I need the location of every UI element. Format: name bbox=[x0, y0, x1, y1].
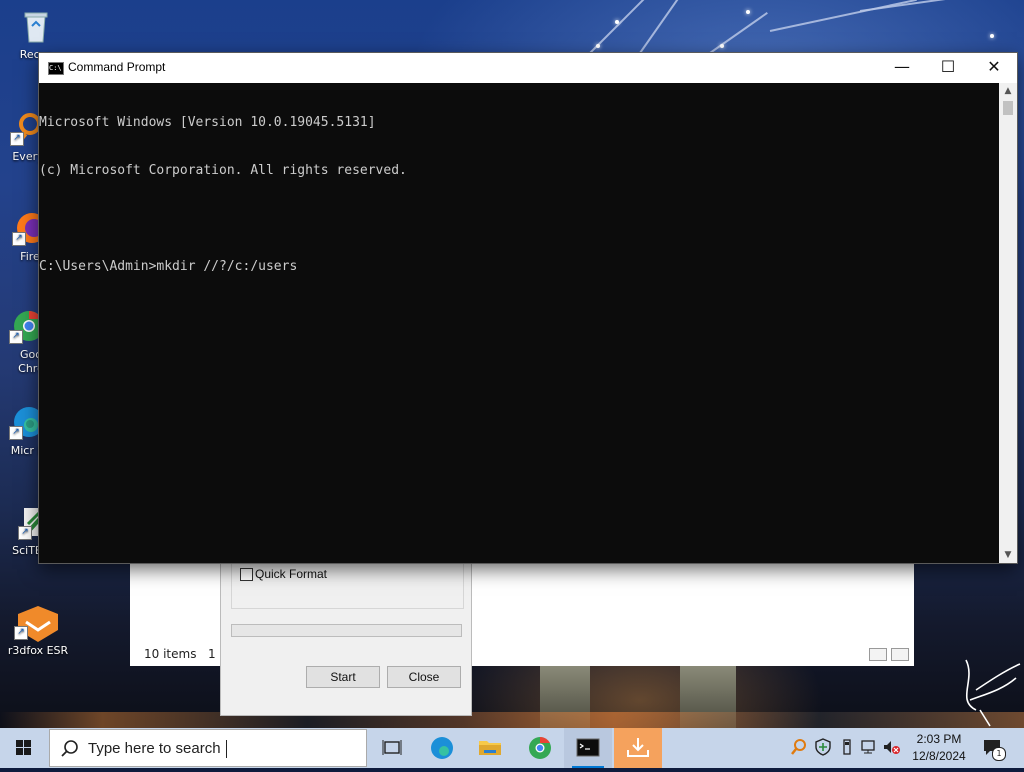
folder-icon bbox=[479, 741, 501, 755]
shortcut-arrow-icon: ↗ bbox=[9, 330, 23, 344]
usb-device-icon[interactable] bbox=[838, 738, 856, 756]
desktop-icon-r3dfox[interactable]: ↗ r3dfox ESR bbox=[6, 604, 70, 658]
console-line: Microsoft Windows [Version 10.0.19045.51… bbox=[39, 115, 376, 130]
search-everything-tray-icon[interactable] bbox=[790, 738, 808, 756]
console-line: C:\Users\Admin>mkdir //?/c:/users bbox=[39, 259, 298, 274]
shortcut-arrow-icon: ↗ bbox=[18, 526, 32, 540]
console-output[interactable]: Microsoft Windows [Version 10.0.19045.51… bbox=[39, 83, 999, 563]
terminal-icon bbox=[576, 738, 600, 757]
scroll-thumb[interactable] bbox=[1003, 101, 1013, 115]
window-titlebar[interactable]: C:\ Command Prompt — ☐ ✕ bbox=[39, 53, 1017, 83]
taskbar-file-explorer[interactable] bbox=[466, 728, 514, 768]
taskbar-download-app[interactable] bbox=[614, 728, 662, 768]
shortcut-arrow-icon: ↗ bbox=[10, 132, 24, 146]
notification-center-button[interactable]: 1 bbox=[982, 738, 1006, 761]
signature-watermark bbox=[965, 659, 1021, 727]
network-disconnected-icon[interactable] bbox=[860, 738, 878, 756]
task-view-icon bbox=[382, 740, 402, 755]
status-item-count: 10 items bbox=[144, 647, 197, 661]
shortcut-arrow-icon: ↗ bbox=[12, 232, 26, 246]
shortcut-arrow-icon: ↗ bbox=[14, 626, 28, 640]
windows-logo-icon bbox=[16, 740, 31, 755]
taskbar: Type here to search 2:03 PM 12/8/2024 1 bbox=[0, 728, 1024, 768]
console-line: (c) Microsoft Corporation. All rights re… bbox=[39, 163, 407, 178]
close-button[interactable]: Close bbox=[387, 666, 461, 688]
large-icons-view-button[interactable] bbox=[891, 648, 909, 661]
format-progress-bar bbox=[231, 624, 462, 637]
start-button[interactable]: Start bbox=[306, 666, 380, 688]
notification-count-badge: 1 bbox=[992, 747, 1006, 761]
chrome-icon bbox=[529, 736, 551, 759]
taskbar-edge[interactable] bbox=[418, 728, 466, 768]
r3dfox-icon: ↗ bbox=[14, 604, 62, 642]
search-icon bbox=[61, 740, 78, 757]
maximize-button[interactable]: ☐ bbox=[925, 53, 971, 83]
command-prompt-window[interactable]: C:\ Command Prompt — ☐ ✕ Microsoft Windo… bbox=[39, 53, 1017, 563]
security-shield-icon[interactable] bbox=[814, 738, 832, 756]
close-window-button[interactable]: ✕ bbox=[971, 53, 1017, 83]
volume-muted-icon[interactable] bbox=[882, 738, 900, 756]
minimize-button[interactable]: — bbox=[879, 53, 925, 83]
scroll-up-icon[interactable]: ▲ bbox=[999, 83, 1017, 99]
vertical-scrollbar[interactable]: ▲ ▼ bbox=[999, 83, 1017, 563]
window-title: Command Prompt bbox=[68, 60, 166, 74]
taskbar-clock[interactable]: 2:03 PM 12/8/2024 bbox=[904, 731, 974, 765]
taskbar-task-view[interactable] bbox=[368, 728, 416, 768]
shortcut-arrow-icon: ↗ bbox=[9, 426, 23, 440]
clock-time: 2:03 PM bbox=[916, 732, 962, 746]
desktop-icon-label: r3dfox ESR bbox=[7, 644, 69, 657]
edge-icon bbox=[431, 737, 453, 759]
scroll-down-icon[interactable]: ▼ bbox=[999, 547, 1017, 563]
taskbar-chrome[interactable] bbox=[516, 728, 564, 768]
format-dialog[interactable]: Quick Format Start Close bbox=[220, 563, 472, 716]
search-placeholder: Type here to search bbox=[88, 740, 221, 757]
taskbar-search-box[interactable]: Type here to search bbox=[49, 729, 367, 767]
cmd-app-icon: C:\ bbox=[48, 62, 64, 75]
quick-format-checkbox[interactable] bbox=[240, 568, 253, 581]
download-tray-icon bbox=[627, 738, 649, 757]
format-options-group: Quick Format bbox=[231, 564, 464, 609]
quick-format-label: Quick Format bbox=[255, 567, 328, 581]
recycle-bin-icon bbox=[18, 8, 54, 44]
text-cursor bbox=[226, 740, 227, 758]
clock-date: 12/8/2024 bbox=[912, 749, 966, 763]
details-view-button[interactable] bbox=[869, 648, 887, 661]
taskbar-command-prompt[interactable] bbox=[564, 728, 612, 768]
start-button[interactable] bbox=[0, 728, 48, 768]
